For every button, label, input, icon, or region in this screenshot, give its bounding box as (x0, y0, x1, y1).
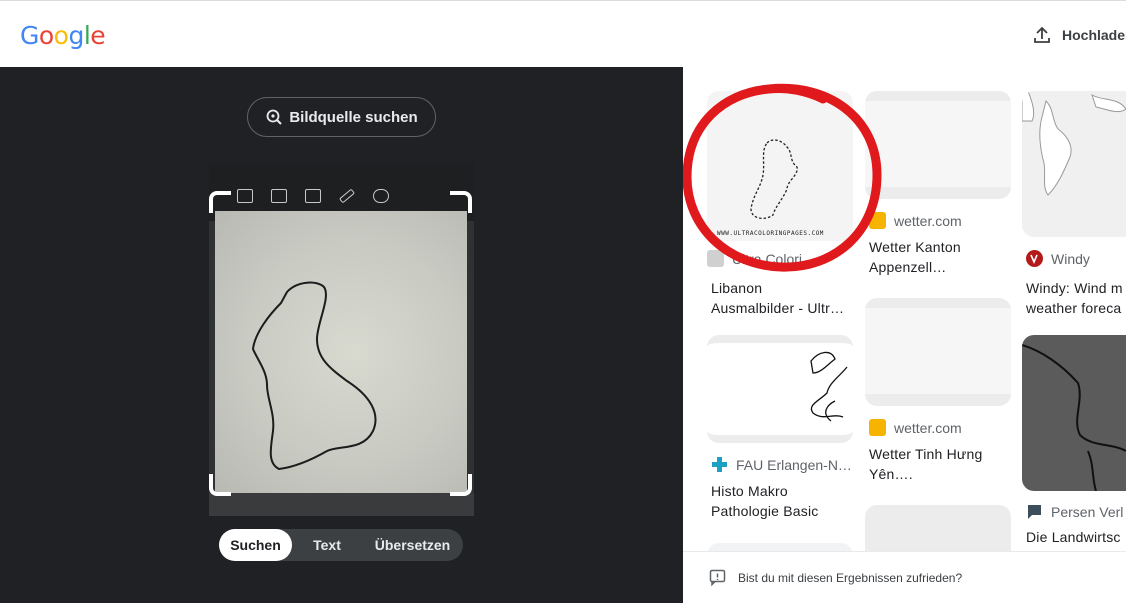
feedback-bar[interactable]: Bist du mit diesen Ergebnissen zufrieden… (683, 551, 1126, 603)
visual-matches-panel: WWW.ULTRACOLORINGPAGES.COM Ultra Colori…… (683, 67, 1126, 603)
feedback-icon (709, 569, 726, 586)
result-card[interactable]: FAU Erlangen-N… Histo Makro Pathologie B… (707, 335, 853, 525)
windy-favicon (1026, 250, 1043, 267)
mode-translate-tab[interactable]: Übersetzen (362, 529, 463, 561)
crop-handle-bottom-left[interactable] (209, 474, 231, 496)
result-card[interactable]: wetter.com Wetter Kanton Appenzell… (865, 91, 1011, 283)
result-thumbnail[interactable] (1022, 335, 1126, 491)
crop-handle-bottom-right[interactable] (450, 474, 472, 496)
logo-letter-e: e (90, 21, 106, 50)
result-thumbnail[interactable] (865, 91, 1011, 199)
result-source[interactable]: Persen Verl (1026, 503, 1123, 520)
lens-mode-switch: Suchen Text Übersetzen (219, 529, 463, 561)
map-fragment-drawing (1022, 344, 1126, 491)
mode-search-tab[interactable]: Suchen (219, 529, 292, 561)
hand-drawn-outline (251, 281, 377, 471)
upload-icon (1034, 26, 1050, 43)
fau-cross-favicon (712, 457, 727, 472)
result-card[interactable]: wetter.com Wetter Tinh Hưng Yên…. (865, 298, 1011, 490)
lens-search-icon (266, 109, 283, 125)
result-title[interactable]: Wetter Tinh Hưng Yên…. (869, 444, 982, 484)
result-source-label: FAU Erlangen-N… (736, 456, 852, 473)
logo-letter-o2: o (53, 21, 69, 50)
wetter-favicon (869, 212, 886, 229)
result-title-line: Pathologie Basic (711, 503, 819, 519)
result-card[interactable]: WWW.ULTRACOLORINGPAGES.COM Ultra Colori…… (707, 91, 853, 321)
logo-letter-o1: o (38, 21, 54, 50)
result-title-line: Libanon (711, 280, 763, 296)
result-title[interactable]: Windy: Wind m weather foreca (1026, 278, 1123, 318)
map-preview (865, 101, 1011, 187)
map-fragment-drawing (810, 351, 848, 422)
top-header: Google Hochladen (0, 0, 1126, 67)
result-source-label: Ultra Colori… (732, 250, 817, 267)
watermark-text: WWW.ULTRACOLORINGPAGES.COM (717, 230, 824, 237)
persen-favicon (1028, 505, 1041, 519)
result-source-label: Persen Verl (1051, 503, 1124, 520)
upload-label: Hochladen (1062, 27, 1126, 43)
logo-letter-g1: G (20, 21, 39, 50)
mode-text-tab[interactable]: Text (292, 529, 362, 561)
result-title-line: Windy: Wind m (1026, 280, 1123, 296)
result-thumbnail[interactable] (1022, 91, 1126, 237)
result-thumbnail[interactable] (707, 335, 853, 443)
result-title-line: Yên…. (869, 466, 913, 482)
map-preview (865, 308, 1011, 394)
result-source[interactable]: wetter.com (869, 212, 962, 229)
result-source[interactable]: Ultra Colori… (707, 250, 816, 267)
result-title-line: Appenzell… (869, 259, 947, 275)
photo-bottom-strip (209, 493, 474, 516)
result-source-label: wetter.com (894, 212, 962, 229)
result-source[interactable]: FAU Erlangen-N… (711, 456, 852, 473)
result-title[interactable]: Histo Makro Pathologie Basic (711, 481, 819, 521)
result-title-line: Die Landwirtsc (1026, 529, 1121, 545)
lebanon-outline-drawing (750, 139, 798, 220)
feedback-text: Bist du mit diesen Ergebnissen zufrieden… (738, 570, 963, 585)
result-title-line: Wetter Tinh Hưng (869, 446, 983, 462)
uploaded-photo (209, 163, 474, 516)
lens-image-panel: Bildquelle suchen Suchen Text Übersetzen (0, 67, 683, 603)
find-image-source-label: Bildquelle suchen (289, 108, 418, 126)
ultracoloring-favicon (707, 250, 724, 267)
result-title[interactable]: Libanon Ausmalbilder - Ultr… (711, 278, 844, 318)
crop-handle-top-right[interactable] (450, 191, 472, 213)
crop-handle-top-left[interactable] (209, 191, 231, 213)
upload-button[interactable]: Hochladen (1032, 23, 1126, 47)
result-title[interactable]: Wetter Kanton Appenzell… (869, 237, 961, 277)
result-source-label: Windy (1051, 250, 1090, 267)
map-fragment-drawing (1022, 91, 1126, 196)
result-title-line: Ausmalbilder - Ultr… (711, 300, 845, 316)
result-thumbnail[interactable] (865, 298, 1011, 406)
result-source-label: wetter.com (894, 419, 962, 436)
result-title-line: Wetter Kanton (869, 239, 961, 255)
result-thumbnail[interactable]: WWW.ULTRACOLORINGPAGES.COM (707, 91, 853, 241)
result-title[interactable]: Die Landwirtsc (1026, 527, 1121, 547)
result-source[interactable]: Windy (1026, 250, 1090, 267)
result-source[interactable]: wetter.com (869, 419, 962, 436)
wetter-favicon (869, 419, 886, 436)
google-logo[interactable]: Google (20, 21, 106, 50)
result-title-line: Histo Makro (711, 483, 788, 499)
find-image-source-button[interactable]: Bildquelle suchen (247, 97, 436, 137)
result-card[interactable]: Windy Windy: Wind m weather foreca (1022, 91, 1126, 321)
result-title-line: weather foreca (1026, 300, 1122, 316)
result-card[interactable]: Persen Verl Die Landwirtsc (1022, 335, 1126, 555)
logo-letter-g2: g (68, 21, 84, 50)
